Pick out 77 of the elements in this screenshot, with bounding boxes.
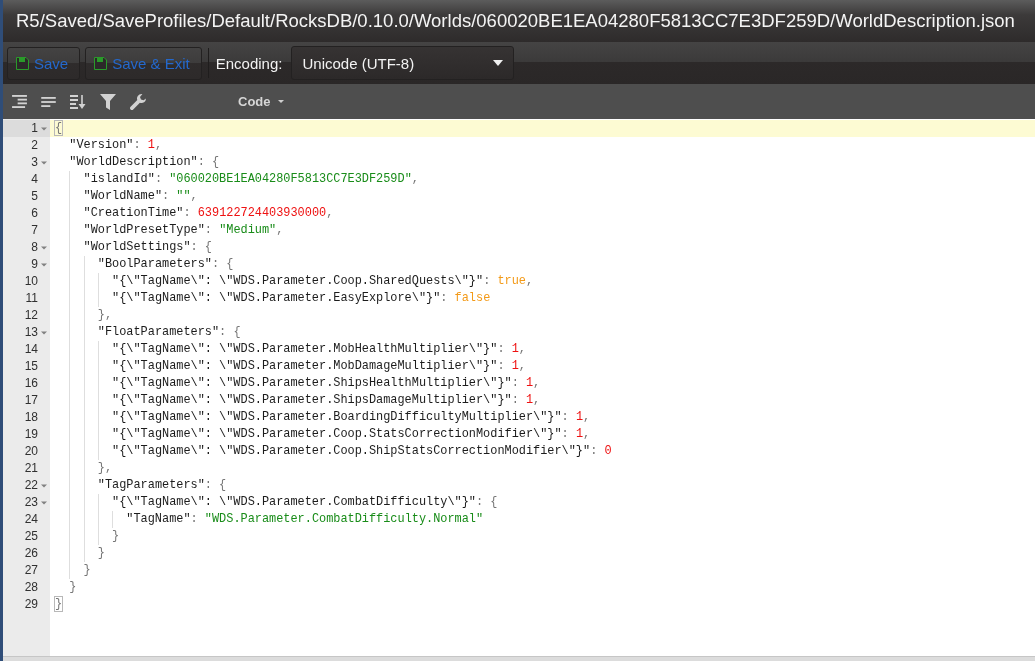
line-number: 12: [24, 308, 38, 323]
code-line: "{\"TagName\": \"WDS.Parameter.Coop.SharedQuests\"}": true,: [112, 273, 534, 290]
line-number: 19: [24, 427, 38, 442]
line-number: 26: [24, 546, 38, 561]
line-number: 16: [24, 376, 38, 391]
encoding-label: Encoding:: [215, 54, 283, 72]
caret-icon[interactable]: [41, 329, 47, 336]
code-line: "{\"TagName\": \"WDS.Parameter.Coop.ShipStatsCorrectionModifier\"}": 0: [112, 443, 612, 460]
code-line: {: [55, 120, 63, 137]
line-number: 17: [24, 393, 38, 408]
filter-icon[interactable]: [100, 93, 116, 110]
code-line: "Version": 1,: [69, 137, 163, 154]
code-line: "{\"TagName\": \"WDS.Parameter.EasyExplore\"}": false: [112, 290, 491, 307]
line-number: 25: [24, 529, 38, 544]
line-number: 29: [24, 597, 38, 612]
line-number: 27: [24, 563, 38, 578]
line-number: 18: [24, 410, 38, 425]
caret-icon: [277, 100, 284, 103]
mode-dropdown[interactable]: Code: [238, 94, 284, 109]
caret-icon[interactable]: [41, 499, 47, 506]
code-line: "{\"TagName\": \"WDS.Parameter.ShipsHealthMultiplier\"}": 1,: [112, 375, 541, 392]
caret-icon: [493, 60, 504, 66]
line-number: 28: [24, 580, 38, 595]
line-number: 20: [24, 444, 38, 459]
code-line: "{\"TagName\": \"WDS.Parameter.CombatDifficulty\"}": {: [112, 494, 498, 511]
code-line: }: [55, 596, 63, 613]
line-number: 24: [24, 512, 38, 527]
caret-icon[interactable]: [41, 125, 47, 132]
code-line: "TagParameters": {: [97, 477, 227, 494]
code-line: "FloatParameters": {: [97, 324, 241, 341]
code-line: "{\"TagName\": \"WDS.Parameter.MobHealthMultiplier\"}": 1,: [112, 341, 526, 358]
code-line: "{\"TagName\": \"WDS.Parameter.BoardingDifficultyMultiplier\"}": 1,: [112, 409, 591, 426]
line-number: 9: [31, 257, 38, 272]
line-number: 2: [31, 138, 38, 153]
line-number: 3: [31, 155, 38, 170]
line-number: 21: [24, 461, 38, 476]
line-number: 7: [31, 223, 38, 238]
caret-icon[interactable]: [41, 482, 47, 489]
line-number: 8: [31, 240, 38, 255]
wrench-icon[interactable]: [130, 93, 146, 110]
encoding-dropdown[interactable]: Unicode (UTF-8): [291, 46, 515, 80]
code-line: "{\"TagName\": \"WDS.Parameter.ShipsDamageMultiplier\"}": 1,: [112, 392, 541, 409]
code-line: "{\"TagName\": \"WDS.Parameter.MobDamageMultiplier\"}": 1,: [112, 358, 526, 375]
code-line: "BoolParameters": {: [97, 256, 234, 273]
line-number: 14: [24, 342, 38, 357]
code-line: },: [97, 307, 113, 324]
caret-icon[interactable]: [41, 261, 47, 268]
code-line: "WorldName": "",: [83, 188, 198, 205]
indent-lines-icon[interactable]: [12, 95, 27, 108]
code-line: "{\"TagName\": \"WDS.Parameter.Coop.StatsCorrectionModifier\"}": 1,: [112, 426, 591, 443]
line-number: 22: [24, 478, 38, 493]
caret-icon[interactable]: [41, 244, 47, 251]
code-line: }: [69, 579, 77, 596]
code-line: },: [97, 460, 113, 477]
line-number: 6: [31, 206, 38, 221]
code-line: "CreationTime": 639122724403930000,: [83, 205, 334, 222]
code-line: }: [83, 562, 91, 579]
code-line: "WorldDescription": {: [69, 154, 220, 171]
line-number: 1: [31, 121, 38, 136]
sort-icon[interactable]: [70, 94, 86, 109]
code-line: }: [112, 528, 120, 545]
line-number: 10: [24, 274, 38, 289]
code-line: "WorldSettings": {: [83, 239, 212, 256]
code-line: "WorldPresetType": "Medium",: [83, 222, 284, 239]
line-number: 13: [24, 325, 38, 340]
line-number: 4: [31, 172, 38, 187]
code-line: "islandId": "060020BE1EA04280F5813CC7E3DF259D",: [83, 171, 419, 188]
window-title: R5/Saved/SaveProfiles/Default/RocksDB/0.10.0/Worlds/060020BE1EA04280F5813CC7E3DF259D/WorldDescription.json: [16, 10, 1015, 32]
line-number: 15: [24, 359, 38, 374]
code-line: }: [97, 545, 105, 562]
caret-icon[interactable]: [41, 159, 47, 166]
code-line: "TagName": "WDS.Parameter.CombatDifficulty.Normal": [126, 511, 484, 528]
code-editor[interactable]: [3, 119, 1035, 656]
line-number: 5: [31, 189, 38, 204]
line-number: 11: [25, 291, 38, 306]
text-lines-icon[interactable]: [41, 96, 56, 107]
line-number: 23: [24, 495, 38, 510]
